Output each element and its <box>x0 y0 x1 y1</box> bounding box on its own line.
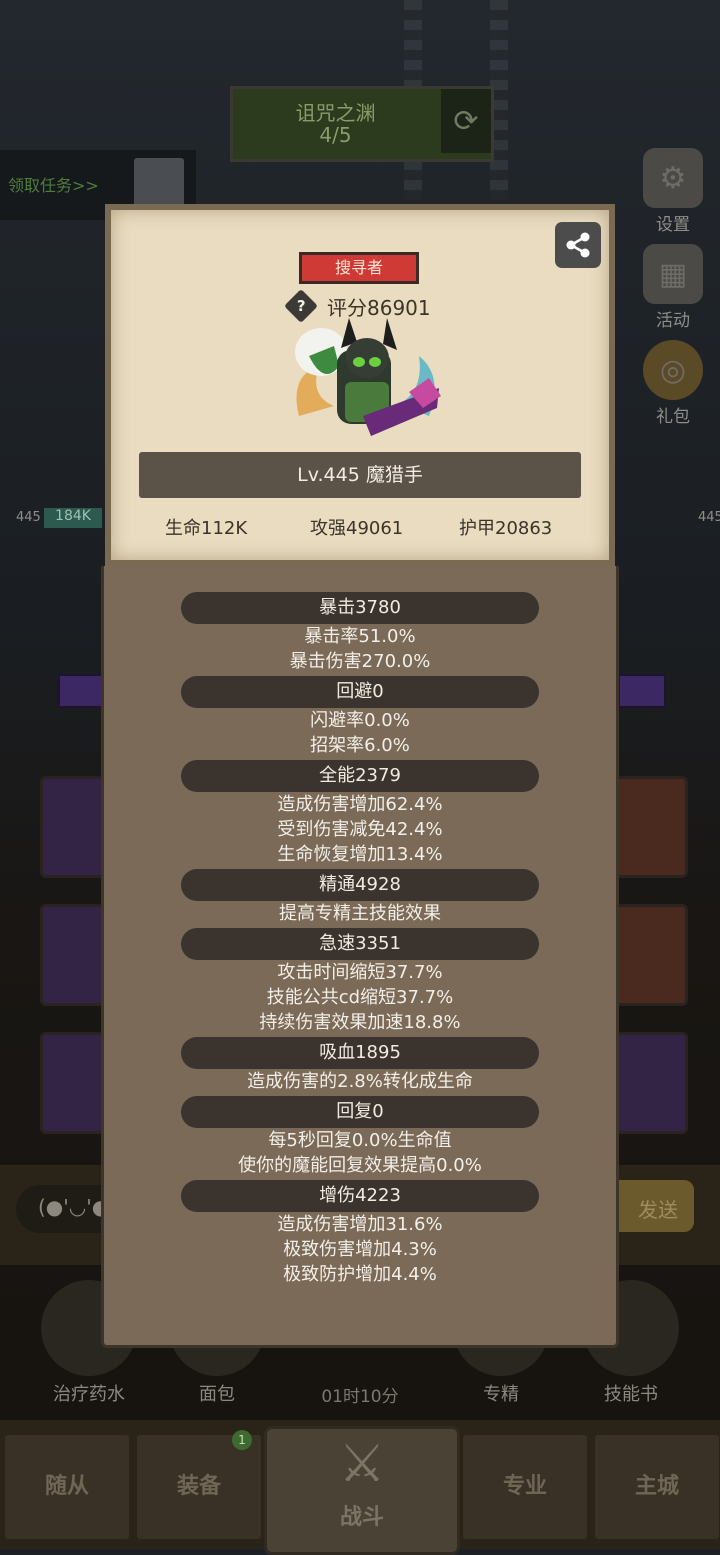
stat-detail: 使你的魔能回复效果提高0.0% <box>238 1155 482 1176</box>
gift-label: 礼包 <box>656 407 690 427</box>
settings-button[interactable]: ⚙ 设置 <box>630 148 716 235</box>
stat-detail: 极致防护增加4.4% <box>283 1264 437 1285</box>
hero-portrait <box>295 318 441 436</box>
left-unit-level: 445 <box>16 510 41 525</box>
events-button[interactable]: ▦ 活动 <box>630 244 716 331</box>
stat-list: 暴击3780 暴击率51.0% 暴击伤害270.0% 回避0 闪避率0.0% 招架率6.0… <box>101 592 619 1287</box>
gear-icon: ⚙ <box>643 148 703 208</box>
stat-detail: 造成伤害的2.8%转化成生命 <box>247 1071 473 1092</box>
share-icon <box>566 232 590 258</box>
stat-detail: 招架率6.0% <box>310 735 410 756</box>
nav-battle-label: 战斗 <box>339 1505 384 1530</box>
stat-detail: 暴击伤害270.0% <box>289 651 431 672</box>
quest-label: 领取任务>> <box>8 176 99 195</box>
stat-header: 吸血1895 <box>181 1037 539 1069</box>
class-badge: 搜寻者 <box>299 252 419 284</box>
gift-button[interactable]: ◎ 礼包 <box>630 340 716 427</box>
stat-header: 增伤4223 <box>181 1180 539 1212</box>
stat-detail: 造成伤害增加62.4% <box>277 794 443 815</box>
dungeon-title: 诅咒之渊 <box>295 101 376 125</box>
stat-detail: 攻击时间缩短37.7% <box>277 962 443 983</box>
skill-slot[interactable] <box>612 1032 688 1134</box>
hp-stat: 生命112K <box>165 518 248 539</box>
refresh-icon[interactable]: ⟳ <box>441 89 491 153</box>
dungeon-indicator[interactable]: 诅咒之渊 4/5 ⟳ <box>230 86 494 162</box>
stat-header: 回复0 <box>181 1096 539 1128</box>
calendar-icon: ▦ <box>643 244 703 304</box>
gift-icon: ◎ <box>643 340 703 400</box>
armor-stat: 护甲20863 <box>459 518 553 539</box>
stat-header: 精通4928 <box>181 869 539 901</box>
stat-detail: 生命恢复增加13.4% <box>277 844 443 865</box>
stat-header: 全能2379 <box>181 760 539 792</box>
stat-detail: 每5秒回复0.0%生命值 <box>268 1130 452 1151</box>
stat-detail: 持续伤害效果加速18.8% <box>259 1012 461 1033</box>
timer: 01时10分 <box>321 1387 399 1407</box>
skill-slot[interactable] <box>612 776 688 878</box>
stat-detail: 造成伤害增加31.6% <box>277 1214 443 1235</box>
stat-detail: 暴击率51.0% <box>304 626 416 647</box>
stat-detail: 技能公共cd缩短37.7% <box>266 987 454 1008</box>
progress-bar-right <box>618 674 666 708</box>
settings-label: 设置 <box>656 215 690 235</box>
events-label: 活动 <box>656 311 690 331</box>
hero-name-bar: Lv.445 魔猎手 <box>139 452 581 498</box>
nav-followers[interactable]: 随从 <box>2 1432 132 1542</box>
nav-city[interactable]: 主城 <box>592 1432 720 1542</box>
left-unit-hp: 184K <box>44 508 102 528</box>
stat-header: 急速3351 <box>181 928 539 960</box>
character-stats-dialog: 搜寻者 ? 评分86901 Lv.445 魔猎手 生命112K 攻强49061 … <box>101 200 619 1348</box>
crossed-swords-icon: ⚔ <box>338 1434 386 1494</box>
stat-detail: 提高专精主技能效果 <box>279 903 441 924</box>
stat-header: 回避0 <box>181 676 539 708</box>
notification-badge: 1 <box>232 1430 252 1450</box>
nav-profession[interactable]: 专业 <box>460 1432 590 1542</box>
stat-detail: 极致伤害增加4.3% <box>283 1239 437 1260</box>
right-unit-level: 445 <box>698 510 720 525</box>
stat-detail: 闪避率0.0% <box>310 710 410 731</box>
share-button[interactable] <box>555 222 601 268</box>
stat-detail: 受到伤害减免42.4% <box>277 819 443 840</box>
attack-stat: 攻强49061 <box>310 518 404 539</box>
dungeon-progress: 4/5 <box>319 123 352 147</box>
nav-battle[interactable]: ⚔ 战斗 <box>264 1426 460 1555</box>
skill-slot[interactable] <box>612 904 688 1006</box>
stat-header: 暴击3780 <box>181 592 539 624</box>
